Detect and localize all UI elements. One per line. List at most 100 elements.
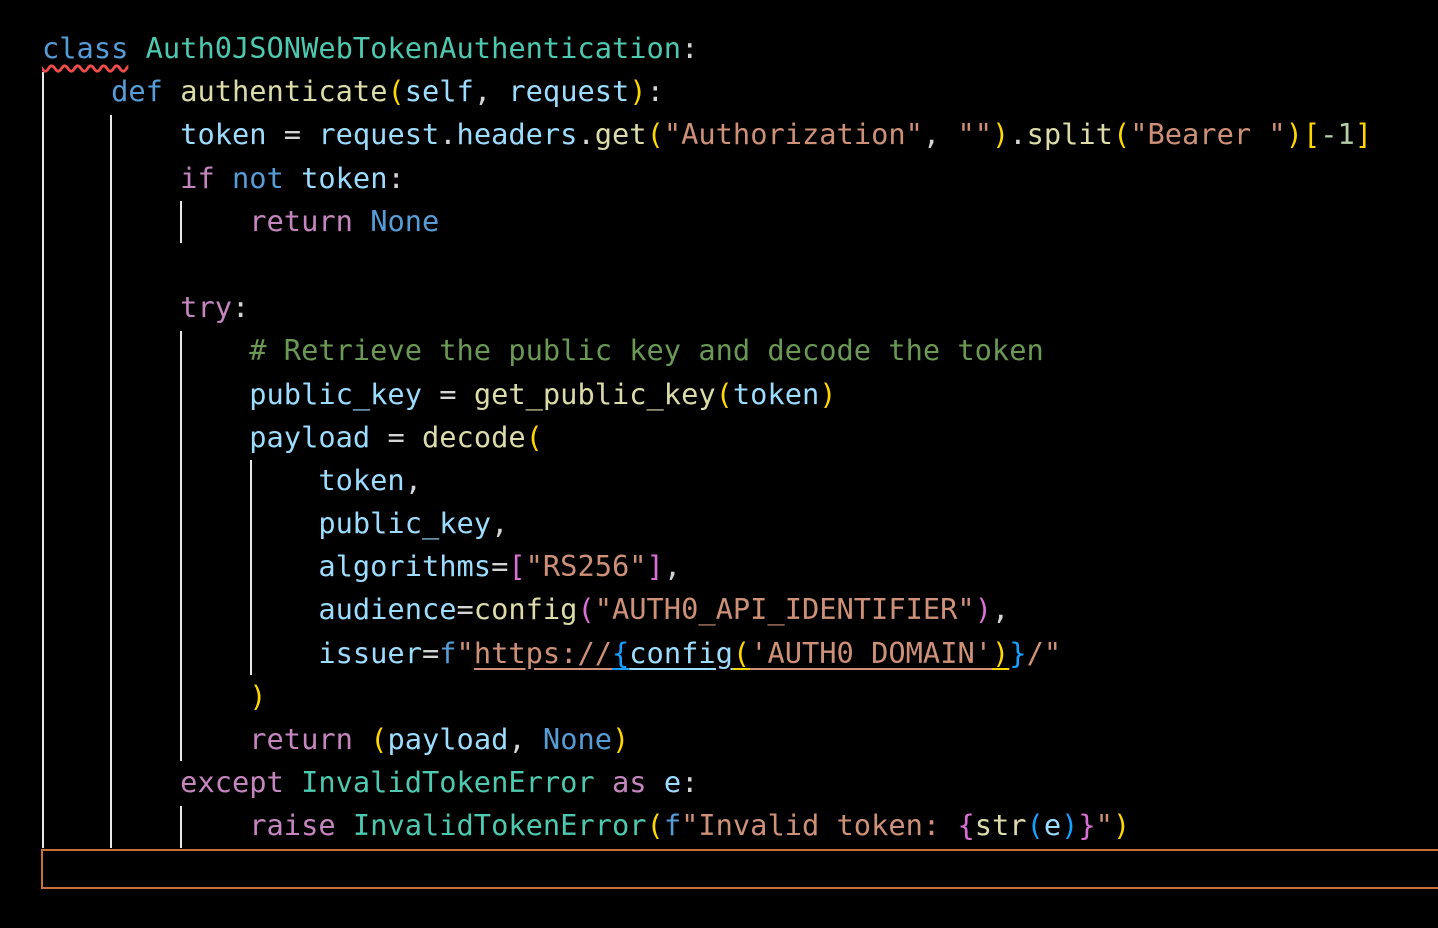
code-line[interactable]: except InvalidTokenError as e:: [42, 761, 1372, 804]
code-token: ): [1112, 808, 1131, 843]
code-token: :: [681, 31, 699, 65]
code-token: :: [646, 74, 664, 109]
code-token: =: [456, 592, 474, 627]
code-token: =: [491, 549, 509, 584]
code-token: 'AUTH0_DOMAIN': [750, 635, 993, 670]
code-token: payload: [249, 419, 371, 454]
code-token: return: [249, 722, 353, 756]
code-token: try: [180, 290, 232, 325]
code-line[interactable]: try:: [42, 286, 1372, 329]
code-token: request: [318, 117, 440, 152]
code-token: algorithms: [318, 549, 492, 584]
code-token: .: [577, 117, 595, 152]
code-line[interactable]: if not token:: [42, 157, 1372, 200]
code-line[interactable]: raise InvalidTokenError(f"Invalid token:…: [42, 804, 1372, 847]
code-line[interactable]: class Auth0JSONWebTokenAuthentication:: [42, 27, 1372, 70]
code-token: e: [1043, 808, 1062, 843]
code-token: ": [1095, 808, 1113, 843]
code-token: config: [473, 592, 578, 627]
code-token: None: [370, 203, 440, 238]
code-token: :: [681, 765, 699, 800]
code-token: token: [732, 376, 820, 411]
code-token: {: [957, 808, 975, 843]
code-line[interactable]: algorithms=["RS256"],: [42, 545, 1372, 588]
code-token: InvalidTokenError: [352, 808, 647, 843]
code-token: config: [629, 635, 733, 670]
code-token: Auth0JSONWebTokenAuthentication: [145, 31, 682, 65]
code-token: ,: [991, 592, 1010, 627]
code-editor[interactable]: class Auth0JSONWebTokenAuthentication: d…: [0, 0, 1438, 928]
code-line[interactable]: public_key,: [42, 502, 1372, 545]
code-token: (: [577, 592, 595, 627]
code-line[interactable]: def authenticate(self, request):: [42, 70, 1372, 113]
code-token: e: [663, 765, 682, 800]
code-token: "Authorization": [663, 117, 923, 152]
code-token: ,: [663, 549, 682, 584]
code-token: [: [1302, 117, 1321, 152]
code-token: ): [1285, 117, 1303, 152]
code-line[interactable]: token,: [42, 459, 1372, 502]
code-token: }: [1078, 808, 1096, 843]
code-line[interactable]: [42, 243, 1372, 286]
code-line[interactable]: return (payload, None): [42, 718, 1372, 761]
code-token: (: [387, 74, 405, 109]
code-token: ): [612, 722, 630, 756]
code-token: self: [404, 74, 474, 109]
code-token: ): [1061, 808, 1079, 843]
code-token: decode: [422, 419, 526, 454]
code-token: ): [992, 117, 1010, 152]
code-token: :: [387, 160, 405, 195]
code-text[interactable]: class Auth0JSONWebTokenAuthentication: d…: [42, 27, 1372, 848]
code-token: {: [612, 635, 630, 670]
code-token: if: [180, 160, 215, 195]
code-token: ): [629, 74, 647, 109]
code-token: ): [819, 376, 837, 411]
code-token: raise: [249, 808, 336, 843]
code-token: ): [249, 678, 267, 713]
code-token: .: [439, 117, 457, 152]
code-token: authenticate: [180, 74, 388, 109]
code-token: -1: [1320, 117, 1355, 152]
code-token: public_key: [318, 506, 492, 541]
code-token: (: [646, 808, 664, 843]
code-token: except: [180, 765, 284, 800]
code-token: ,: [508, 722, 543, 756]
code-token: return: [249, 203, 353, 238]
code-token: :: [232, 290, 250, 325]
code-token: [: [508, 549, 526, 584]
code-token: /": [1026, 635, 1062, 670]
code-line[interactable]: payload = decode(: [42, 416, 1372, 459]
code-token: public_key: [249, 376, 422, 411]
code-token: not: [232, 160, 284, 195]
code-token: ,: [473, 74, 509, 109]
code-token: (: [370, 722, 388, 756]
code-line[interactable]: ): [42, 675, 1372, 718]
code-line[interactable]: return None: [42, 200, 1372, 243]
code-line[interactable]: issuer=f"https://{config('AUTH0_DOMAIN')…: [42, 632, 1372, 675]
code-line[interactable]: # Retrieve the public key and decode the…: [42, 329, 1372, 372]
code-token: (: [715, 376, 733, 411]
code-line[interactable]: token = request.headers.get("Authorizati…: [42, 113, 1372, 156]
code-token: .: [1009, 117, 1027, 152]
code-line[interactable]: audience=config("AUTH0_API_IDENTIFIER"),: [42, 588, 1372, 631]
code-token: =: [370, 419, 422, 454]
code-token: token: [301, 160, 388, 195]
code-token: token: [180, 117, 267, 152]
code-token: token: [318, 462, 405, 497]
code-line[interactable]: public_key = get_public_key(token): [42, 373, 1372, 416]
